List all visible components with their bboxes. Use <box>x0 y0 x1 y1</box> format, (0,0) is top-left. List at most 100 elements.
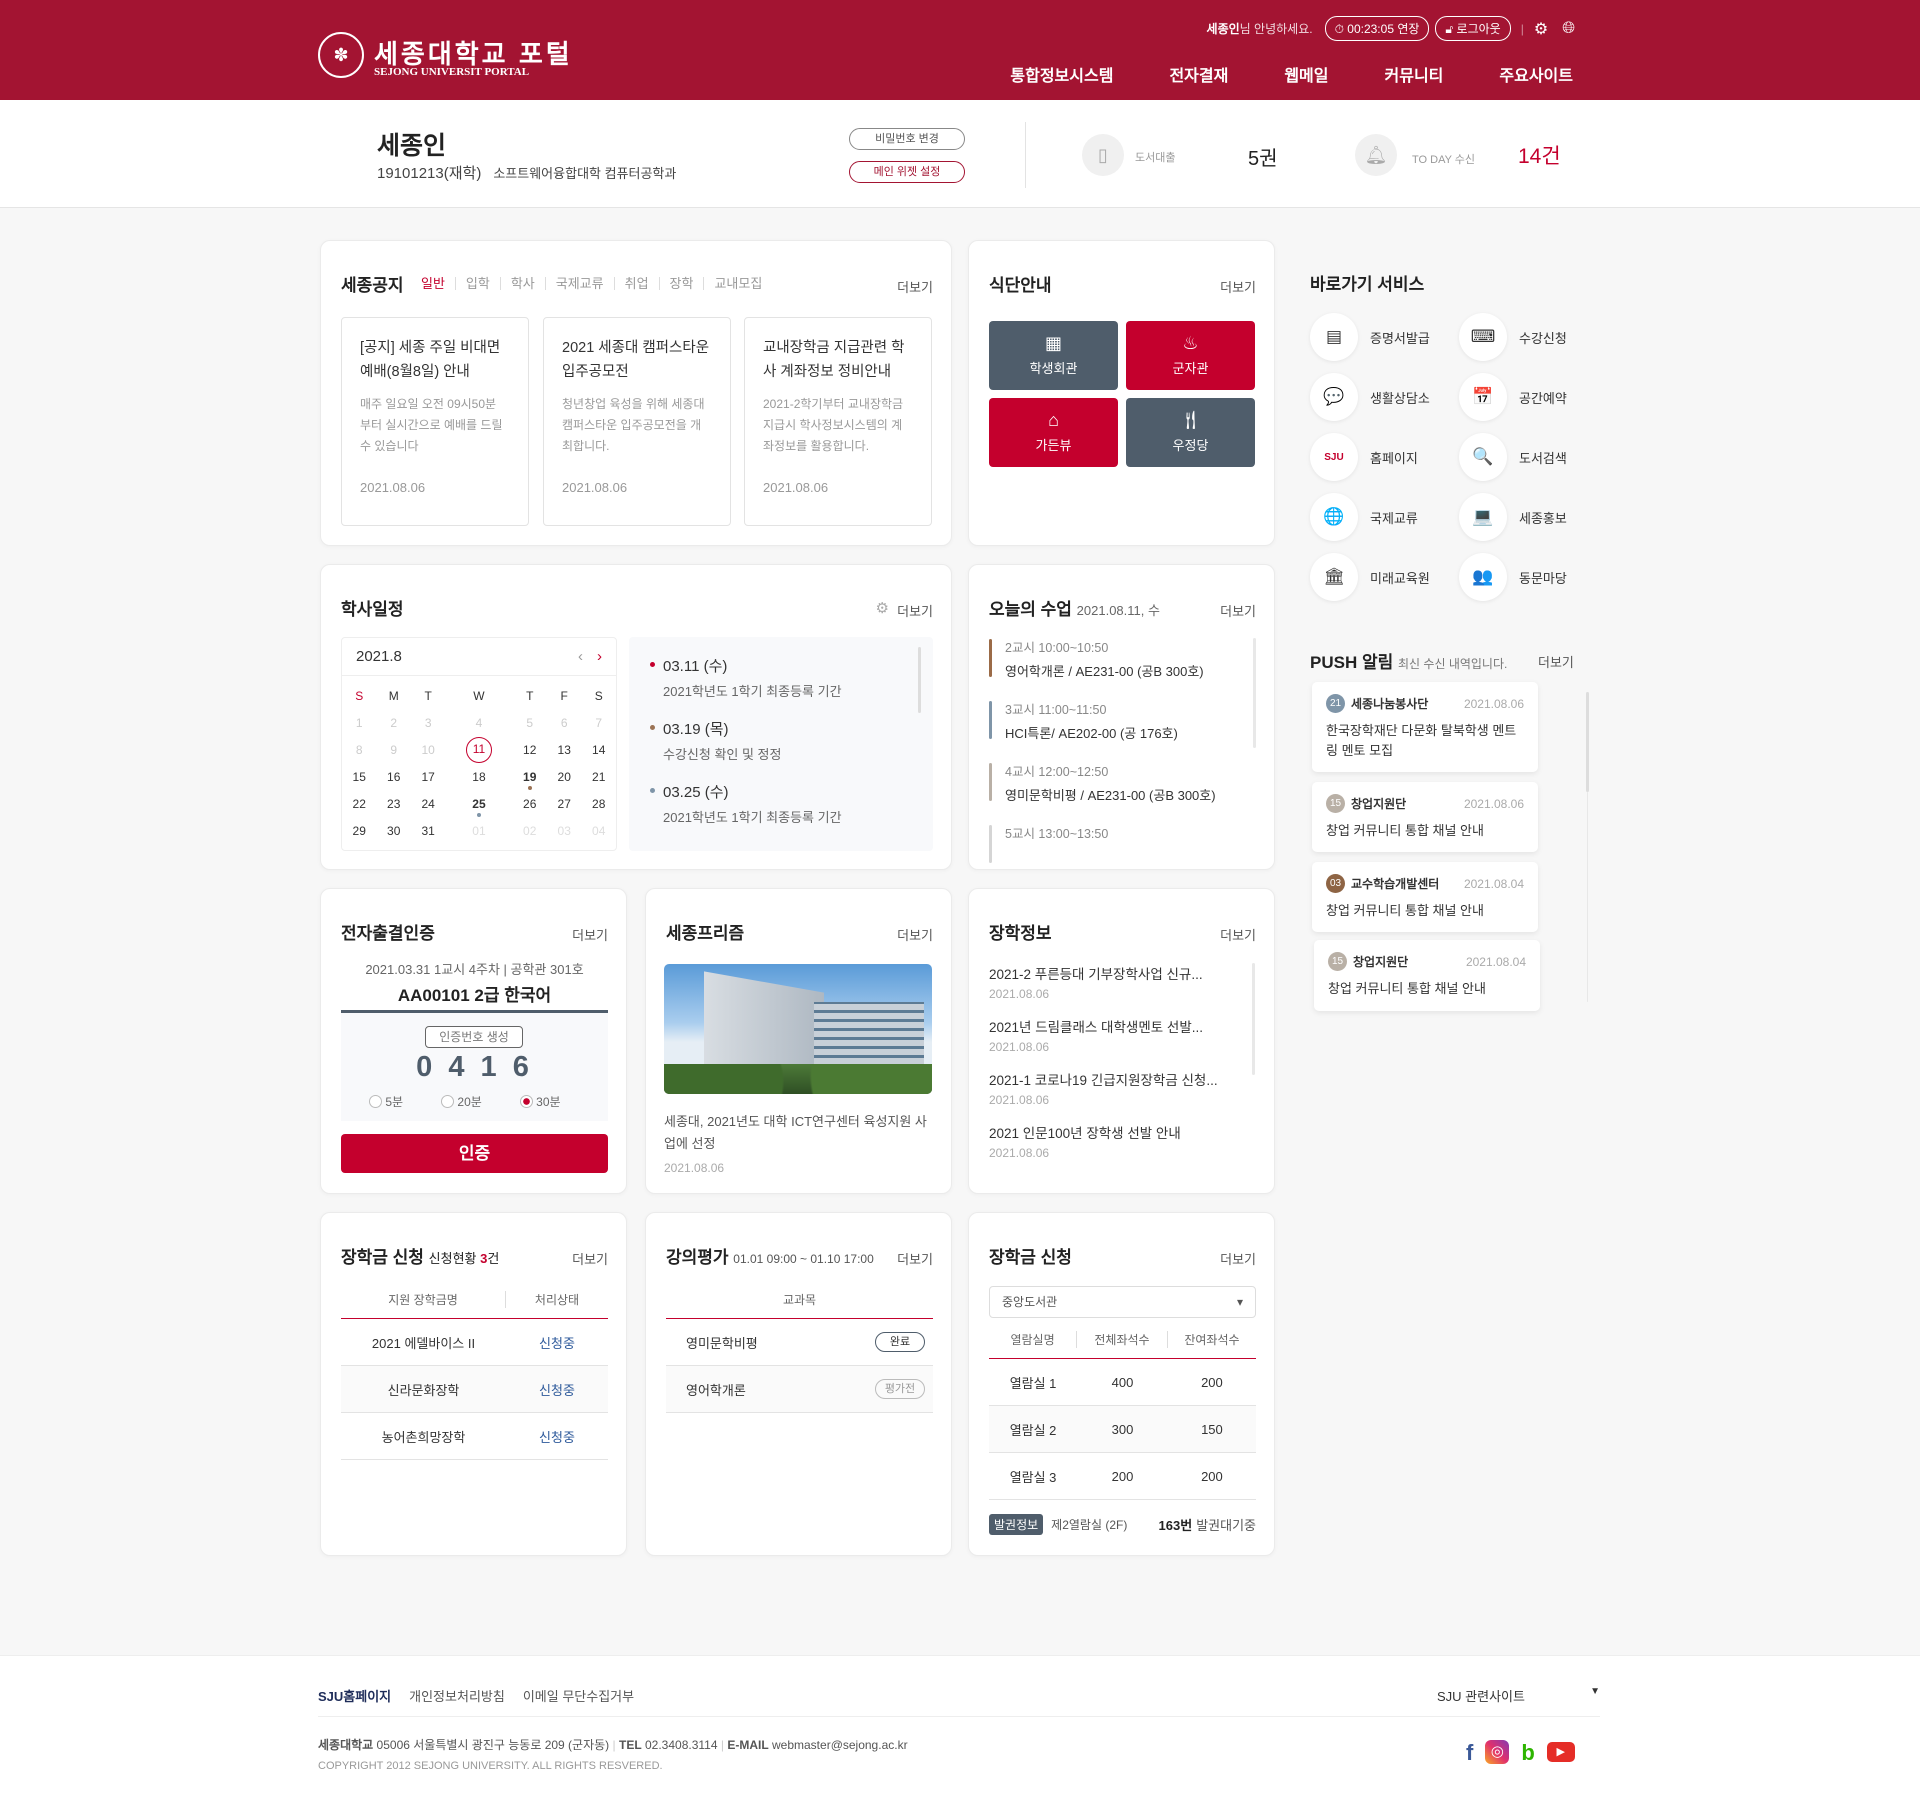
calendar-day[interactable]: 17 <box>411 763 445 790</box>
quick-link-item[interactable]: SJU 홈페이지 <box>1310 433 1418 481</box>
prism-news-image[interactable] <box>664 964 932 1094</box>
calendar-day[interactable]: 13 <box>547 736 581 763</box>
more-link[interactable]: 더보기 <box>1538 652 1574 671</box>
calendar-day[interactable]: 24 <box>411 790 445 817</box>
more-link[interactable]: 더보기 <box>897 277 933 296</box>
calendar-day[interactable]: 03 <box>547 817 581 844</box>
notice-item[interactable]: 교내장학금 지급관련 학사 계좌정보 정비안내 2021-2학기부터 교내장학금 … <box>744 317 932 526</box>
calendar-day[interactable]: 5 <box>513 709 547 736</box>
scrollbar[interactable] <box>1586 692 1589 792</box>
calendar-day[interactable]: 8 <box>342 736 376 763</box>
table-row[interactable]: 신라문화장학 신청중 <box>341 1366 608 1413</box>
class-item[interactable]: 2교시 10:00~10:50 영어학개론 / AE231-00 (공B 300호… <box>989 637 1239 680</box>
calendar-day[interactable]: 2 <box>376 709 410 736</box>
gear-icon[interactable]: ⚙ <box>1534 19 1548 39</box>
calendar-day[interactable]: 25 <box>445 790 512 817</box>
calendar-day[interactable]: 19 <box>513 763 547 790</box>
change-password-button[interactable]: 비밀번호 변경 <box>849 128 965 150</box>
table-row[interactable]: 농어촌희망장학 신청중 <box>341 1413 608 1460</box>
tile-woojeongdang[interactable]: 🍴︎ 우정당 <box>1126 398 1255 467</box>
more-link[interactable]: 더보기 <box>1220 925 1256 944</box>
quick-link-item[interactable]: 💻 세종홍보 <box>1459 493 1567 541</box>
loan-count[interactable]: 5권 <box>1248 142 1278 171</box>
quick-link-item[interactable]: 🔍 도서검색 <box>1459 433 1567 481</box>
nav-integrated-system[interactable]: 통합정보시스템 <box>1010 62 1113 86</box>
today-count[interactable]: 14건 <box>1518 140 1561 170</box>
table-row[interactable]: 영미문학비평 완료 <box>666 1319 933 1366</box>
next-month-icon[interactable]: › <box>597 648 602 665</box>
calendar-day[interactable]: 18 <box>445 763 512 790</box>
globe-icon[interactable]: 🌐︎ <box>1562 20 1575 38</box>
notice-item[interactable]: 2021 세종대 캠퍼스타운 입주공모전 청년창업 육성을 위해 세종대 캠퍼스타… <box>543 317 731 526</box>
calendar-day[interactable]: 23 <box>376 790 410 817</box>
library-select[interactable]: 중앙도서관 ▾ <box>989 1286 1256 1318</box>
prev-month-icon[interactable]: ‹ <box>578 648 583 665</box>
calendar-day[interactable]: 9 <box>376 736 410 763</box>
tile-gunja-hall[interactable]: ♨ 군자관 <box>1126 321 1255 390</box>
quick-link-item[interactable]: 🏛 미래교육원 <box>1310 553 1430 601</box>
more-link[interactable]: 더보기 <box>572 925 608 944</box>
gear-icon[interactable]: ⚙ <box>876 599 889 617</box>
calendar-day[interactable]: 21 <box>581 763 616 790</box>
class-item[interactable]: 3교시 11:00~11:50 HCI특론/ AE202-00 (공 176호) <box>989 699 1239 742</box>
university-seal-logo[interactable]: ✽ <box>318 32 364 78</box>
calendar-day[interactable]: 31 <box>411 817 445 844</box>
nav-community[interactable]: 커뮤니티 <box>1385 62 1444 86</box>
event-item[interactable]: 03.19 (목) 수강신청 확인 및 정정 <box>650 718 899 763</box>
calendar-day[interactable]: 28 <box>581 790 616 817</box>
calendar-day[interactable]: 14 <box>581 736 616 763</box>
tab-general[interactable]: 일반 <box>421 277 455 290</box>
list-item[interactable]: 2021-1 코로나19 긴급지원장학금 신청... 2021.08.06 <box>989 1069 1239 1107</box>
scrollbar[interactable] <box>1253 638 1256 748</box>
tab-recruit[interactable]: 교내모집 <box>703 277 772 290</box>
calendar-day[interactable]: 11 <box>445 736 512 763</box>
event-item[interactable]: 03.25 (수) 2021학년도 1학기 최종등록 기간 <box>650 781 899 826</box>
more-link[interactable]: 더보기 <box>897 925 933 944</box>
calendar-day[interactable]: 27 <box>547 790 581 817</box>
table-row[interactable]: 열람실 3 200 200 <box>989 1453 1256 1500</box>
quick-link-item[interactable]: ⌨ 수강신청 <box>1459 313 1567 361</box>
quick-link-item[interactable]: 💬 생활상담소 <box>1310 373 1430 421</box>
footer-link-email-policy[interactable]: 이메일 무단수집거부 <box>523 1686 634 1705</box>
quick-link-item[interactable]: ▤ 증명서발급 <box>1310 313 1430 361</box>
session-extend-button[interactable]: ⏱ 00:23:05 연장 <box>1324 16 1430 41</box>
youtube-icon[interactable]: ▶ <box>1546 1742 1575 1762</box>
tab-admission[interactable]: 입학 <box>454 277 500 290</box>
class-item[interactable]: 4교시 12:00~12:50 영미문학비평 / AE231-00 (공B 300… <box>989 761 1239 804</box>
list-item[interactable]: 2021년 드림클래스 대학생멘토 선발... 2021.08.06 <box>989 1016 1239 1054</box>
calendar-day[interactable]: 1 <box>342 709 376 736</box>
calendar-day[interactable]: 3 <box>411 709 445 736</box>
table-row[interactable]: 영어학개론 평가전 <box>666 1366 933 1413</box>
more-link[interactable]: 더보기 <box>897 601 933 620</box>
push-item[interactable]: 15 창업지원단 2021.08.06 창업 커뮤니티 통합 채널 안내 <box>1312 782 1538 852</box>
prism-news-title[interactable]: 세종대, 2021년도 대학 ICT연구센터 육성지원 사업에 선정 <box>664 1111 934 1155</box>
status-badge[interactable]: 평가전 <box>875 1379 925 1399</box>
calendar-day[interactable]: 10 <box>411 736 445 763</box>
event-item[interactable]: 03.11 (수) 2021학년도 1학기 최종등록 기간 <box>650 655 899 700</box>
generate-code-button[interactable]: 인증번호 생성 <box>425 1026 523 1048</box>
scrollbar[interactable] <box>918 647 921 713</box>
quick-link-item[interactable]: 👥 동문마당 <box>1459 553 1567 601</box>
more-link[interactable]: 더보기 <box>572 1249 608 1268</box>
calendar-day[interactable]: 12 <box>513 736 547 763</box>
blog-icon[interactable]: b <box>1521 1740 1534 1766</box>
more-link[interactable]: 더보기 <box>1220 601 1256 620</box>
table-row[interactable]: 열람실 2 300 150 <box>989 1406 1256 1453</box>
list-item[interactable]: 2021 인문100년 장학생 선발 안내 2021.08.06 <box>989 1122 1239 1160</box>
instagram-icon[interactable]: ◎ <box>1485 1740 1510 1764</box>
calendar-day[interactable]: 15 <box>342 763 376 790</box>
quick-link-item[interactable]: 🌐 국제교류 <box>1310 493 1418 541</box>
calendar-day[interactable]: 4 <box>445 709 512 736</box>
logout-button[interactable]: 🔓︎ 로그아웃 <box>1435 16 1511 41</box>
quick-link-item[interactable]: 📅 공간예약 <box>1459 373 1567 421</box>
more-link[interactable]: 더보기 <box>1220 277 1256 296</box>
tile-student-hall[interactable]: ▦ 학생회관 <box>989 321 1118 390</box>
more-link[interactable]: 더보기 <box>897 1249 933 1268</box>
radio-20min[interactable]: 20분 <box>441 1093 482 1110</box>
push-item[interactable]: 03 교수학습개발센터 2021.08.04 창업 커뮤니티 통합 채널 안내 <box>1312 862 1538 932</box>
class-item[interactable]: 5교시 13:00~13:50 <box>989 823 1239 863</box>
calendar-day[interactable]: 6 <box>547 709 581 736</box>
nav-approval[interactable]: 전자결재 <box>1169 62 1228 86</box>
nav-webmail[interactable]: 웹메일 <box>1284 62 1328 86</box>
calendar-day[interactable]: 30 <box>376 817 410 844</box>
